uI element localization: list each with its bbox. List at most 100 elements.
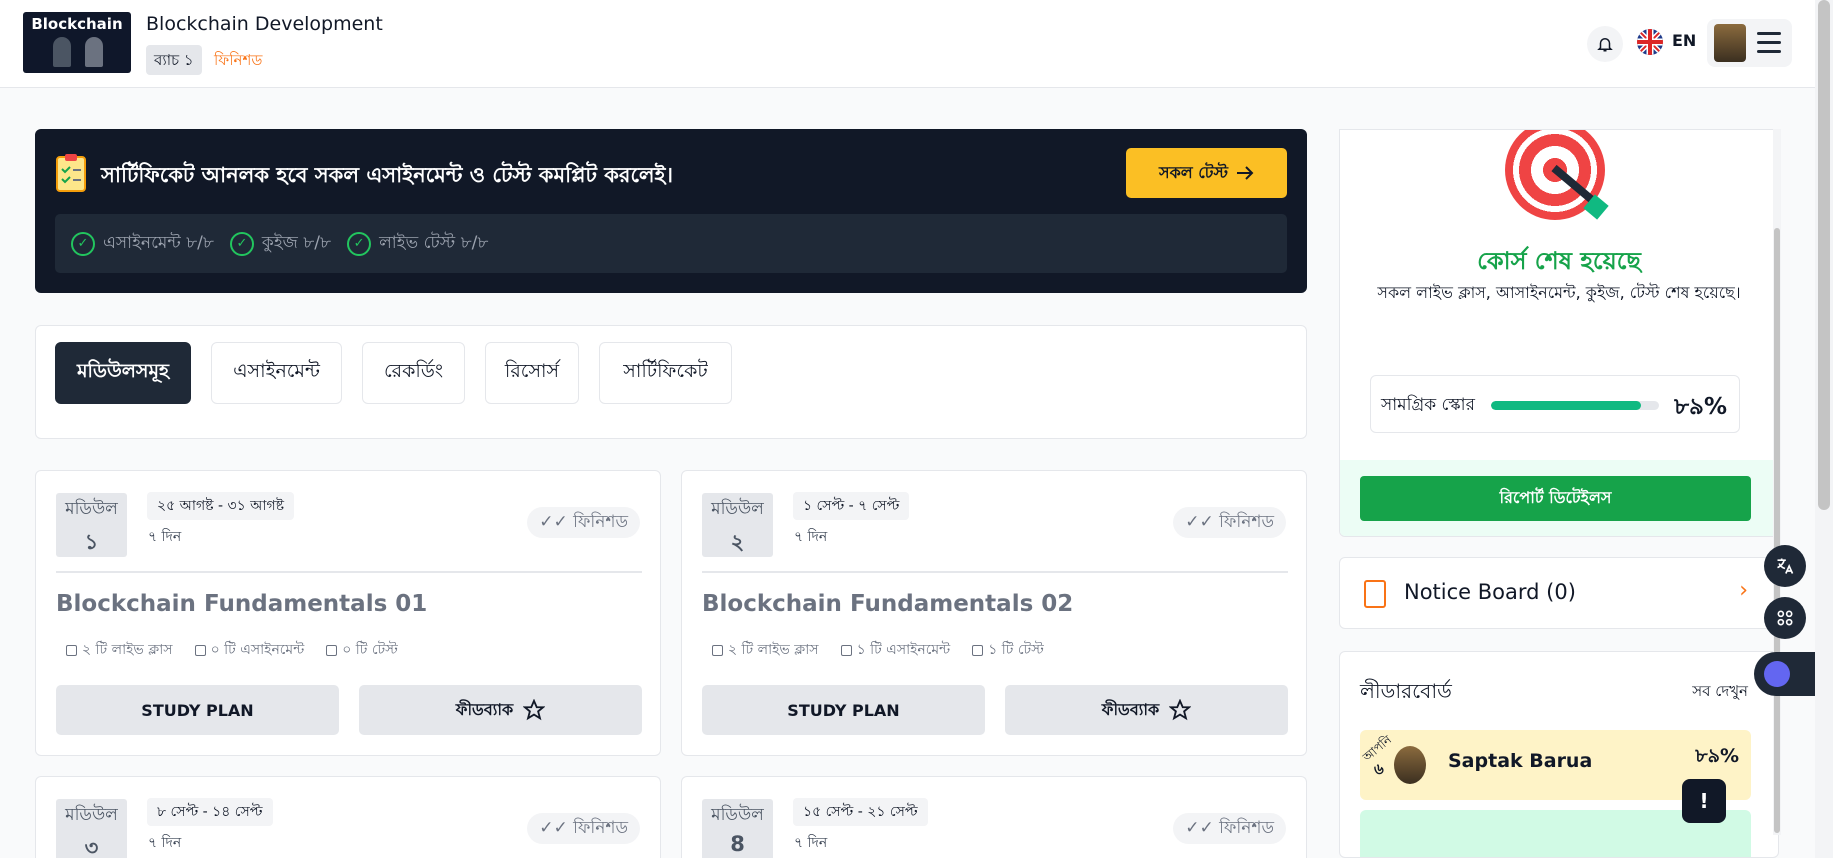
user-menu-button[interactable]: [1707, 19, 1792, 67]
instructor-image-1: [53, 37, 71, 67]
thumbnail-title: Blockchain: [31, 15, 123, 33]
clipboard-checklist-icon: [56, 154, 86, 192]
live-class-label: ২ টি লাইভ ক্লাস: [728, 642, 819, 658]
course-complete-title: কোর্স শেষ হয়েছে: [1477, 247, 1641, 275]
page-scrollbar-thumb[interactable]: [1818, 0, 1830, 510]
all-tests-button[interactable]: সকল টেস্ট: [1126, 148, 1287, 198]
tab-resources[interactable]: রিসোর্স: [485, 342, 579, 404]
tab-assignments[interactable]: এসাইনমেন্ট: [211, 342, 342, 404]
finished-label: ফিনিশড: [573, 818, 628, 838]
live-class-label: ২ টি লাইভ ক্লাস: [82, 642, 173, 658]
module-title[interactable]: Blockchain Fundamentals 02: [702, 591, 1073, 617]
feedback-button[interactable]: ফীডব্যাক: [1005, 685, 1288, 735]
module-date: ২৫ আগষ্ট - ৩১ আগষ্ট: [147, 492, 295, 520]
finished-badge: ✓✓ ফিনিশড: [527, 507, 640, 538]
uk-flag-icon[interactable]: [1637, 29, 1663, 55]
course-thumbnail[interactable]: Blockchain: [23, 12, 131, 73]
instructor-image-2: [85, 37, 103, 67]
video-icon: [66, 644, 77, 656]
all-tests-label: সকল টেস্ট: [1159, 162, 1228, 182]
course-complete-subtitle: সকল লাইভ ক্লাস, আসাইনমেন্ট, কুইজ, টেস্ট …: [1377, 283, 1741, 302]
module-days: ৭ দিন: [794, 529, 828, 545]
module-number: 8: [730, 832, 745, 856]
stat-quizzes: ✓ কুইজ ৮/৮: [229, 230, 331, 258]
bell-icon: [1597, 38, 1613, 52]
clipboard-icon: [326, 644, 338, 656]
test-label: ০ টি টেস্ট: [342, 642, 398, 658]
hamburger-menu-icon: [1757, 32, 1781, 54]
module-number: ৩: [84, 836, 99, 858]
robot-icon: [1764, 661, 1790, 687]
translate-icon[interactable]: [1764, 545, 1806, 587]
completion-stats: ✓ এসাইনমেন্ট ৮/৮ ✓ কুইজ ৮/৮ ✓ লাইভ টেস্ট…: [55, 214, 1287, 273]
module-title[interactable]: Blockchain Fundamentals 01: [56, 591, 427, 617]
notice-title: Notice Board (0): [1404, 580, 1576, 604]
module-number: ১: [84, 530, 99, 554]
module-days: ৭ দিন: [148, 835, 182, 851]
batch-badge: ব্যাচ ১: [146, 45, 202, 75]
score-label: সামগ্রিক স্কোর: [1381, 395, 1475, 415]
score-progress-fill: [1491, 401, 1641, 410]
tab-modules[interactable]: মডিউলসমূহ: [55, 342, 191, 404]
see-all-link[interactable]: সব দেখুন: [1692, 680, 1748, 705]
module-number-box: মডিউল ১: [56, 493, 127, 557]
student-score: ৮৯%: [1695, 745, 1739, 767]
finished-badge: ✓✓ ফিনিশড: [527, 813, 640, 844]
stat-live-tests: ✓ লাইভ টেস্ট ৮/৮: [347, 230, 488, 258]
module-meta: ২ টি লাইভ ক্লাস ১ টি এসাইনমেন্ট ১ টি টেস…: [712, 638, 1044, 662]
module-card: মডিউল ১ ২৫ আগষ্ট - ৩১ আগষ্ট ৭ দিন ✓✓ ফিন…: [35, 470, 661, 756]
stat-label: এসাইনমেন্ট ৮/৮: [103, 232, 214, 253]
banner-message: সার্টিফিকেট আনলক হবে সকল এসাইনমেন্ট ও টে…: [101, 163, 673, 187]
notice-icon: [1364, 580, 1386, 608]
finished-label: ফিনিশড: [573, 512, 628, 532]
module-date: ১৫ সেপ্ট - ২১ সেপ্ট: [793, 798, 928, 826]
star-icon: [523, 699, 546, 721]
divider: [702, 571, 1288, 573]
chatbot-button[interactable]: [1754, 652, 1815, 696]
module-number: ২: [730, 530, 745, 554]
stat-label: লাইভ টেস্ট ৮/৮: [379, 232, 489, 253]
certificate-banner: সার্টিফিকেট আনলক হবে সকল এসাইনমেন্ট ও টে…: [35, 129, 1307, 293]
notice-board[interactable]: Notice Board (0) ›: [1339, 557, 1779, 629]
apps-grid-icon[interactable]: [1764, 597, 1806, 639]
module-date: ৮ সেপ্ট - ১৪ সেপ্ট: [147, 798, 273, 826]
course-status: ফিনিশড: [214, 51, 263, 69]
alert-icon[interactable]: !: [1682, 779, 1726, 823]
rank: ৬: [1374, 760, 1384, 778]
report-area: রিপোর্ট ডিটেইলস: [1340, 460, 1778, 536]
module-days: ৭ দিন: [148, 529, 182, 545]
check-circle-icon: ✓: [229, 231, 254, 256]
study-plan-button[interactable]: STUDY PLAN: [56, 685, 339, 735]
tab-certificate[interactable]: সার্টিফিকেট: [599, 342, 732, 404]
assignment-label: ১ টি এসাইনমেন্ট: [856, 642, 951, 658]
notification-button[interactable]: [1587, 26, 1623, 62]
course-tabs: মডিউলসমূহ এসাইনমেন্ট রেকর্ডিং রিসোর্স সা…: [35, 325, 1307, 439]
live-class-count: ২ টি লাইভ ক্লাস: [66, 638, 173, 662]
assignment-label: ০ টি এসাইনমেন্ট: [210, 642, 305, 658]
course-title: Blockchain Development: [146, 13, 383, 35]
language-label[interactable]: EN: [1672, 31, 1696, 50]
assignment-count: ১ টি এসাইনমেন্ট: [840, 638, 951, 662]
module-card: মডিউল ২ ১ সেপ্ট - ৭ সেপ্ট ৭ দিন ✓✓ ফিনিশ…: [681, 470, 1307, 756]
student-name: Saptak Barua: [1448, 750, 1593, 772]
test-count: ১ টি টেস্ট: [972, 638, 1044, 662]
module-number-box: মডিউল ৩: [56, 799, 127, 858]
edit-icon: [194, 644, 206, 656]
clipboard-icon: [972, 644, 984, 656]
module-number-box: মডিউল 8: [702, 799, 773, 858]
study-plan-button[interactable]: STUDY PLAN: [702, 685, 985, 735]
panel-scrollbar-thumb[interactable]: [1774, 228, 1780, 833]
module-days: ৭ দিন: [794, 835, 828, 851]
module-label: মডিউল: [65, 499, 118, 519]
report-details-button[interactable]: রিপোর্ট ডিটেইলস: [1360, 476, 1751, 521]
feedback-label: ফীডব্যাক: [1101, 699, 1160, 719]
chevron-right-icon: ›: [1739, 578, 1748, 603]
tab-recordings[interactable]: রেকর্ডিং: [362, 342, 465, 404]
module-number-box: মডিউল ২: [702, 493, 773, 557]
feedback-button[interactable]: ফীডব্যাক: [359, 685, 642, 735]
module-card: মডিউল 8 ১৫ সেপ্ট - ২১ সেপ্ট ৭ দিন ✓✓ ফিন…: [681, 776, 1307, 858]
edit-icon: [840, 644, 852, 656]
module-label: মডিউল: [711, 499, 764, 519]
score-value: ৮৯%: [1674, 394, 1727, 420]
avatar: [1714, 24, 1746, 62]
